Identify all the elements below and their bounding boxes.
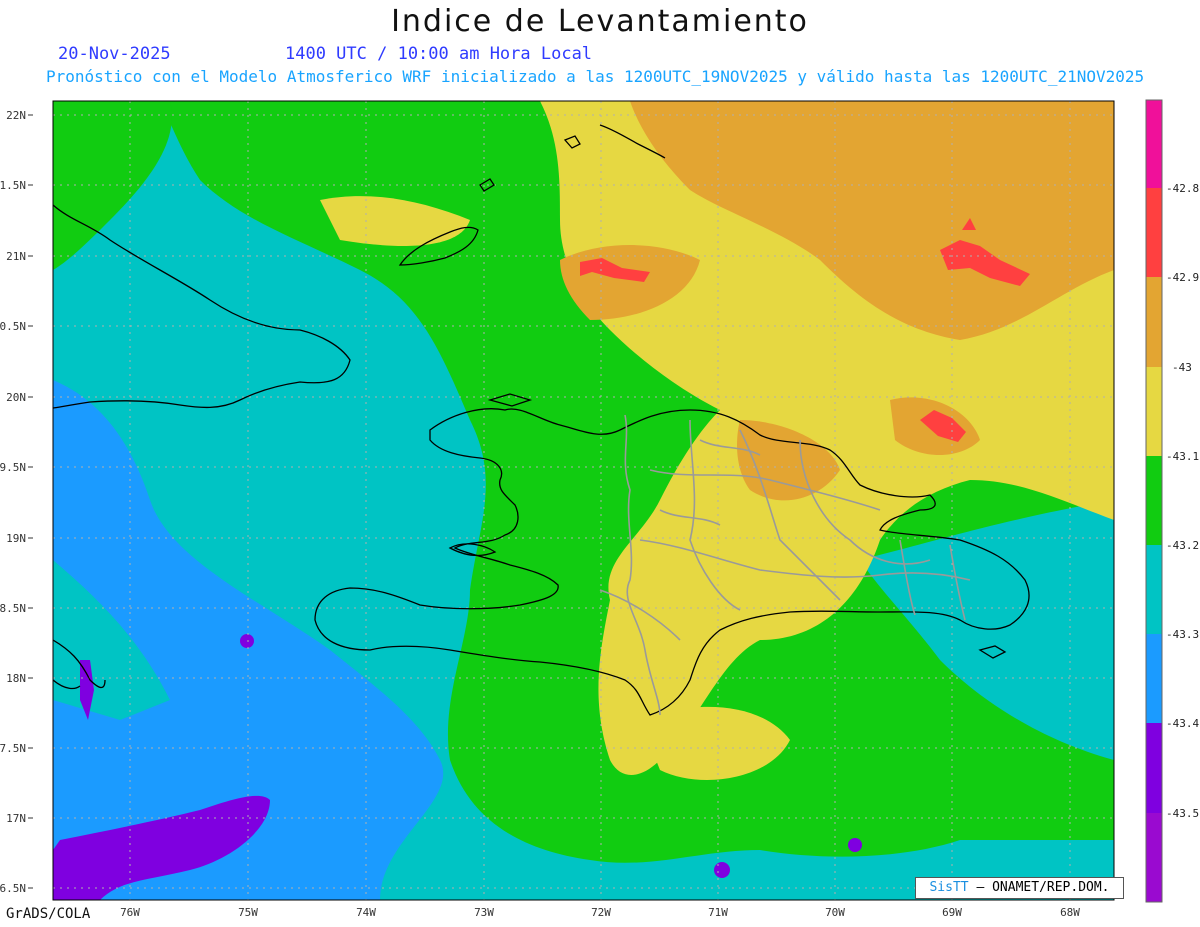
legend-label: -42.9 [1166, 271, 1199, 284]
lat-label: 16.5N [0, 882, 26, 895]
legend-swatch [1146, 723, 1162, 813]
lifted-index-map: 22N 21.5N 21N 20.5N 20N 19.5N 19N 18.5N … [0, 99, 1199, 919]
legend-swatch [1146, 367, 1162, 456]
legend-label: -43.3 [1166, 628, 1199, 641]
lon-label: 76W [120, 906, 140, 919]
lat-label: 21.5N [0, 179, 26, 192]
credit-box: SisTT – ONAMET/REP.DOM. [915, 877, 1124, 899]
sistt-logo: SisTT [929, 880, 969, 895]
lon-label: 70W [825, 906, 845, 919]
lon-label: 71W [708, 906, 728, 919]
legend-label: -43.1 [1166, 450, 1199, 463]
color-legend: -42.8 -42.9 -43 -43.1 -43.2 -43.3 -43.4 … [1145, 99, 1199, 903]
legend-swatch [1146, 456, 1162, 545]
legend-label: -43 [1172, 361, 1192, 374]
lon-label: 75W [238, 906, 258, 919]
legend-swatch [1146, 100, 1162, 188]
lat-label: 19.5N [0, 461, 26, 474]
legend-label: -43.2 [1166, 539, 1199, 552]
legend-swatch [1146, 634, 1162, 723]
lat-label: 20.5N [0, 320, 26, 333]
legend-swatch [1146, 813, 1162, 902]
legend-swatch [1146, 188, 1162, 277]
lat-label: 18N [6, 672, 26, 685]
legend-label: -42.8 [1166, 182, 1199, 195]
legend-swatch [1146, 545, 1162, 634]
lon-label: 72W [591, 906, 611, 919]
legend-label: -43.4 [1166, 717, 1199, 730]
lat-label: 20N [6, 391, 26, 404]
lon-label: 73W [474, 906, 494, 919]
lat-label: 22N [6, 109, 26, 122]
legend-swatch [1146, 277, 1162, 367]
lon-label: 69W [942, 906, 962, 919]
lat-label: 19N [6, 532, 26, 545]
legend-label: -43.5 [1166, 807, 1199, 820]
lat-label: 21N [6, 250, 26, 263]
credit-text: – ONAMET/REP.DOM. [976, 880, 1110, 895]
lon-label: 68W [1060, 906, 1080, 919]
grads-label: GrADS/COLA [6, 906, 91, 922]
lat-label: 18.5N [0, 602, 26, 615]
lifted-index-field [53, 101, 1114, 900]
lat-label: 17N [6, 812, 26, 825]
lat-label: 17.5N [0, 742, 26, 755]
lon-label: 74W [356, 906, 376, 919]
